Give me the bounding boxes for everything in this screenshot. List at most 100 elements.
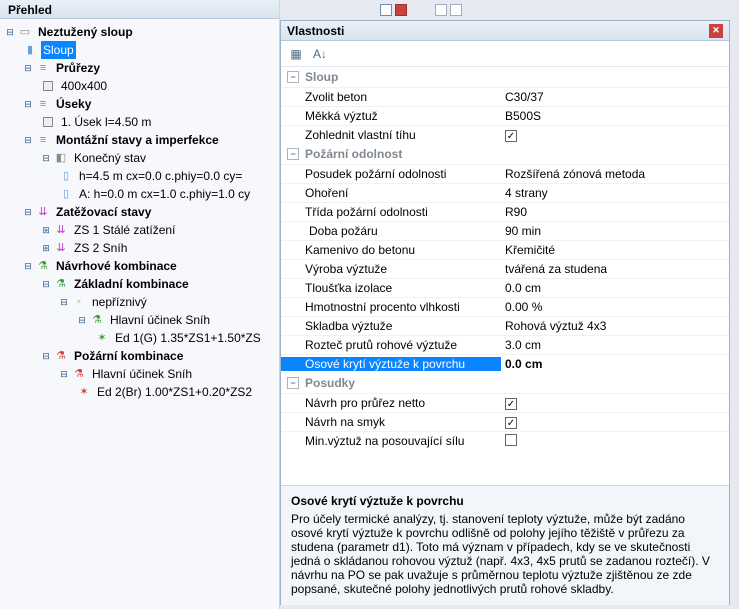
toggle-icon[interactable]: ⊟ [22,260,34,272]
tree-navrhove[interactable]: ⊟ ⚗ Návrhové kombinace [4,257,279,275]
tree-nepriznivy[interactable]: ⊟ ◦ nepříznivý [4,293,279,311]
prop-tloustka-izolace[interactable]: Tloušťka izolace 0.0 cm [281,278,729,297]
prop-zohlednit-tihu[interactable]: Zohlednit vlastní tíhu ✓ [281,125,729,144]
collapse-icon[interactable]: − [287,377,299,389]
tab-marker-1[interactable] [380,4,392,16]
tree-hlavni[interactable]: ⊟ ⚗ Hlavní účinek Sníh [4,365,279,383]
tree-konecny-param[interactable]: ▯ A: h=0.0 m cx=1.0 c.phiy=1.0 cy [4,185,279,203]
tree-konecny[interactable]: ⊟ ◧ Konečný stav [4,149,279,167]
toggle-icon[interactable]: ⊟ [40,350,52,362]
prop-trida-odolnosti[interactable]: Třída požární odolnosti R90 [281,202,729,221]
checkbox-unchecked-icon[interactable] [505,434,517,446]
tree-label: nepříznivý [90,293,149,311]
tree-pozarni[interactable]: ⊟ ⚗ Požární kombinace [4,347,279,365]
prop-doba-pozaru[interactable]: Doba požáru 90 min [281,221,729,240]
result-icon: ✶ [76,384,92,400]
prop-value[interactable]: Rozšířená zónová metoda [501,167,729,181]
sort-az-icon[interactable]: A↓ [311,45,329,63]
overview-header: Přehled [0,0,279,19]
prop-skladba-vyztuze[interactable]: Skladba výztuže Rohová výztuž 4x3 [281,316,729,335]
prop-value[interactable]: Křemičité [501,243,729,257]
prop-kamenivo[interactable]: Kamenivo do betonu Křemičité [281,240,729,259]
overview-tree[interactable]: ⊟ ▭ Neztužený sloup ▮ Sloup ⊟ ≡ Průřezy … [0,19,279,401]
prop-value[interactable]: 0.00 % [501,300,729,314]
combo-icon: ⚗ [35,258,51,274]
toggle-icon[interactable]: ⊟ [58,368,70,380]
toggle-icon[interactable]: ⊞ [40,242,52,254]
tree-zs-item[interactable]: ⊞ ⇊ ZS 2 Sníh [4,239,279,257]
tree-usek-item[interactable]: 1. Úsek l=4.50 m [4,113,279,131]
toggle-icon[interactable]: ⊟ [22,62,34,74]
category-pozarni[interactable]: − Požární odolnost [281,144,729,164]
prop-navrh-smyk[interactable]: Návrh na smyk ✓ [281,412,729,431]
tree-zs-item[interactable]: ⊞ ⇊ ZS 1 Stálé zatížení [4,221,279,239]
tree-ed[interactable]: ✶ Ed 1(G) 1.35*ZS1+1.50*ZS [4,329,279,347]
state-icon: ◧ [53,150,69,166]
toggle-icon[interactable]: ⊟ [58,296,70,308]
description-body: Pro účely termické analýzy, tj. stanoven… [291,512,719,596]
toggle-icon[interactable]: ⊟ [22,134,34,146]
toggle-icon[interactable]: ⊟ [40,152,52,164]
tree-montazni[interactable]: ⊟ ≡ Montážní stavy a imperfekce [4,131,279,149]
category-posudky[interactable]: − Posudky [281,373,729,393]
prop-navrh-prurez[interactable]: Návrh pro průřez netto ✓ [281,393,729,412]
tree-prurezy[interactable]: ⊟ ≡ Průřezy [4,59,279,77]
prop-label: Rozteč prutů rohové výztuže [281,338,501,352]
toggle-icon[interactable]: ⊟ [40,278,52,290]
tree-sloup[interactable]: ▮ Sloup [4,41,279,59]
prop-value[interactable]: tvářená za studena [501,262,729,276]
checkbox-checked-icon[interactable]: ✓ [505,417,517,429]
prop-value[interactable]: R90 [501,205,729,219]
tab-marker-close[interactable] [395,4,407,16]
checkbox-checked-icon[interactable]: ✓ [505,398,517,410]
tree-zatezovaci[interactable]: ⊟ ⇊ Zatěžovací stavy [4,203,279,221]
toggle-icon[interactable]: ⊟ [76,314,88,326]
prop-posudek-odolnosti[interactable]: Posudek požární odolnosti Rozšířená zóno… [281,164,729,183]
tab-marker-3[interactable] [450,4,462,16]
prop-min-vyztuz[interactable]: Min.výztuž na posouvající sílu [281,431,729,450]
prop-zvolit-beton[interactable]: Zvolit beton C30/37 [281,87,729,106]
toggle-icon[interactable]: ⊞ [40,224,52,236]
tab-marker-2[interactable] [435,4,447,16]
prop-value[interactable]: 4 strany [501,186,729,200]
tree-root[interactable]: ⊟ ▭ Neztužený sloup [4,23,279,41]
prop-value[interactable] [501,434,729,449]
prop-value[interactable]: ✓ [501,396,729,411]
prop-value[interactable]: B500S [501,109,729,123]
prop-ohoreni[interactable]: Ohoření 4 strany [281,183,729,202]
prop-value[interactable]: 0.0 cm [501,357,729,371]
categorized-view-icon[interactable]: ▦ [287,45,305,63]
tree-label: 400x400 [59,77,109,95]
tree-prurez-item[interactable]: 400x400 [4,77,279,95]
tree-zakladni[interactable]: ⊟ ⚗ Základní kombinace [4,275,279,293]
prop-value[interactable]: Rohová výztuž 4x3 [501,319,729,333]
close-icon[interactable]: ✕ [709,24,723,38]
prop-mekka-vyztuz[interactable]: Měkká výztuž B500S [281,106,729,125]
properties-grid[interactable]: − Sloup Zvolit beton C30/37 Měkká výztuž… [281,67,729,485]
prop-vyroba-vyztuze[interactable]: Výroba výztuže tvářená za studena [281,259,729,278]
toggle-icon[interactable]: ⊟ [4,26,16,38]
prop-value[interactable]: ✓ [501,128,729,143]
prop-value[interactable]: 90 min [501,224,729,238]
tree-konecny-param[interactable]: ▯ h=4.5 m cx=0.0 c.phiy=0.0 cy= [4,167,279,185]
checkbox-checked-icon[interactable]: ✓ [505,130,517,142]
tree-label: Montážní stavy a imperfekce [54,131,221,149]
prop-label: Zohlednit vlastní tíhu [281,128,501,142]
load-icon: ⇊ [53,240,69,256]
collapse-icon[interactable]: − [287,148,299,160]
prop-value[interactable]: 3.0 cm [501,338,729,352]
toggle-icon[interactable]: ⊟ [22,98,34,110]
tree-hlavni[interactable]: ⊟ ⚗ Hlavní účinek Sníh [4,311,279,329]
tree-ed[interactable]: ✶ Ed 2(Br) 1.00*ZS1+0.20*ZS2 [4,383,279,401]
collapse-icon[interactable]: − [287,71,299,83]
prop-osove-kryti[interactable]: Osové krytí výztuže k povrchu 0.0 cm [281,354,729,373]
prop-hmot-procento[interactable]: Hmotnostní procento vlhkosti 0.00 % [281,297,729,316]
tree-useky[interactable]: ⊟ ≡ Úseky [4,95,279,113]
category-sloup[interactable]: − Sloup [281,67,729,87]
prop-roztec-prutu[interactable]: Rozteč prutů rohové výztuže 3.0 cm [281,335,729,354]
tree-label: h=4.5 m cx=0.0 c.phiy=0.0 cy= [77,167,244,185]
prop-value[interactable]: 0.0 cm [501,281,729,295]
toggle-icon[interactable]: ⊟ [22,206,34,218]
prop-value[interactable]: ✓ [501,415,729,430]
prop-value[interactable]: C30/37 [501,90,729,104]
